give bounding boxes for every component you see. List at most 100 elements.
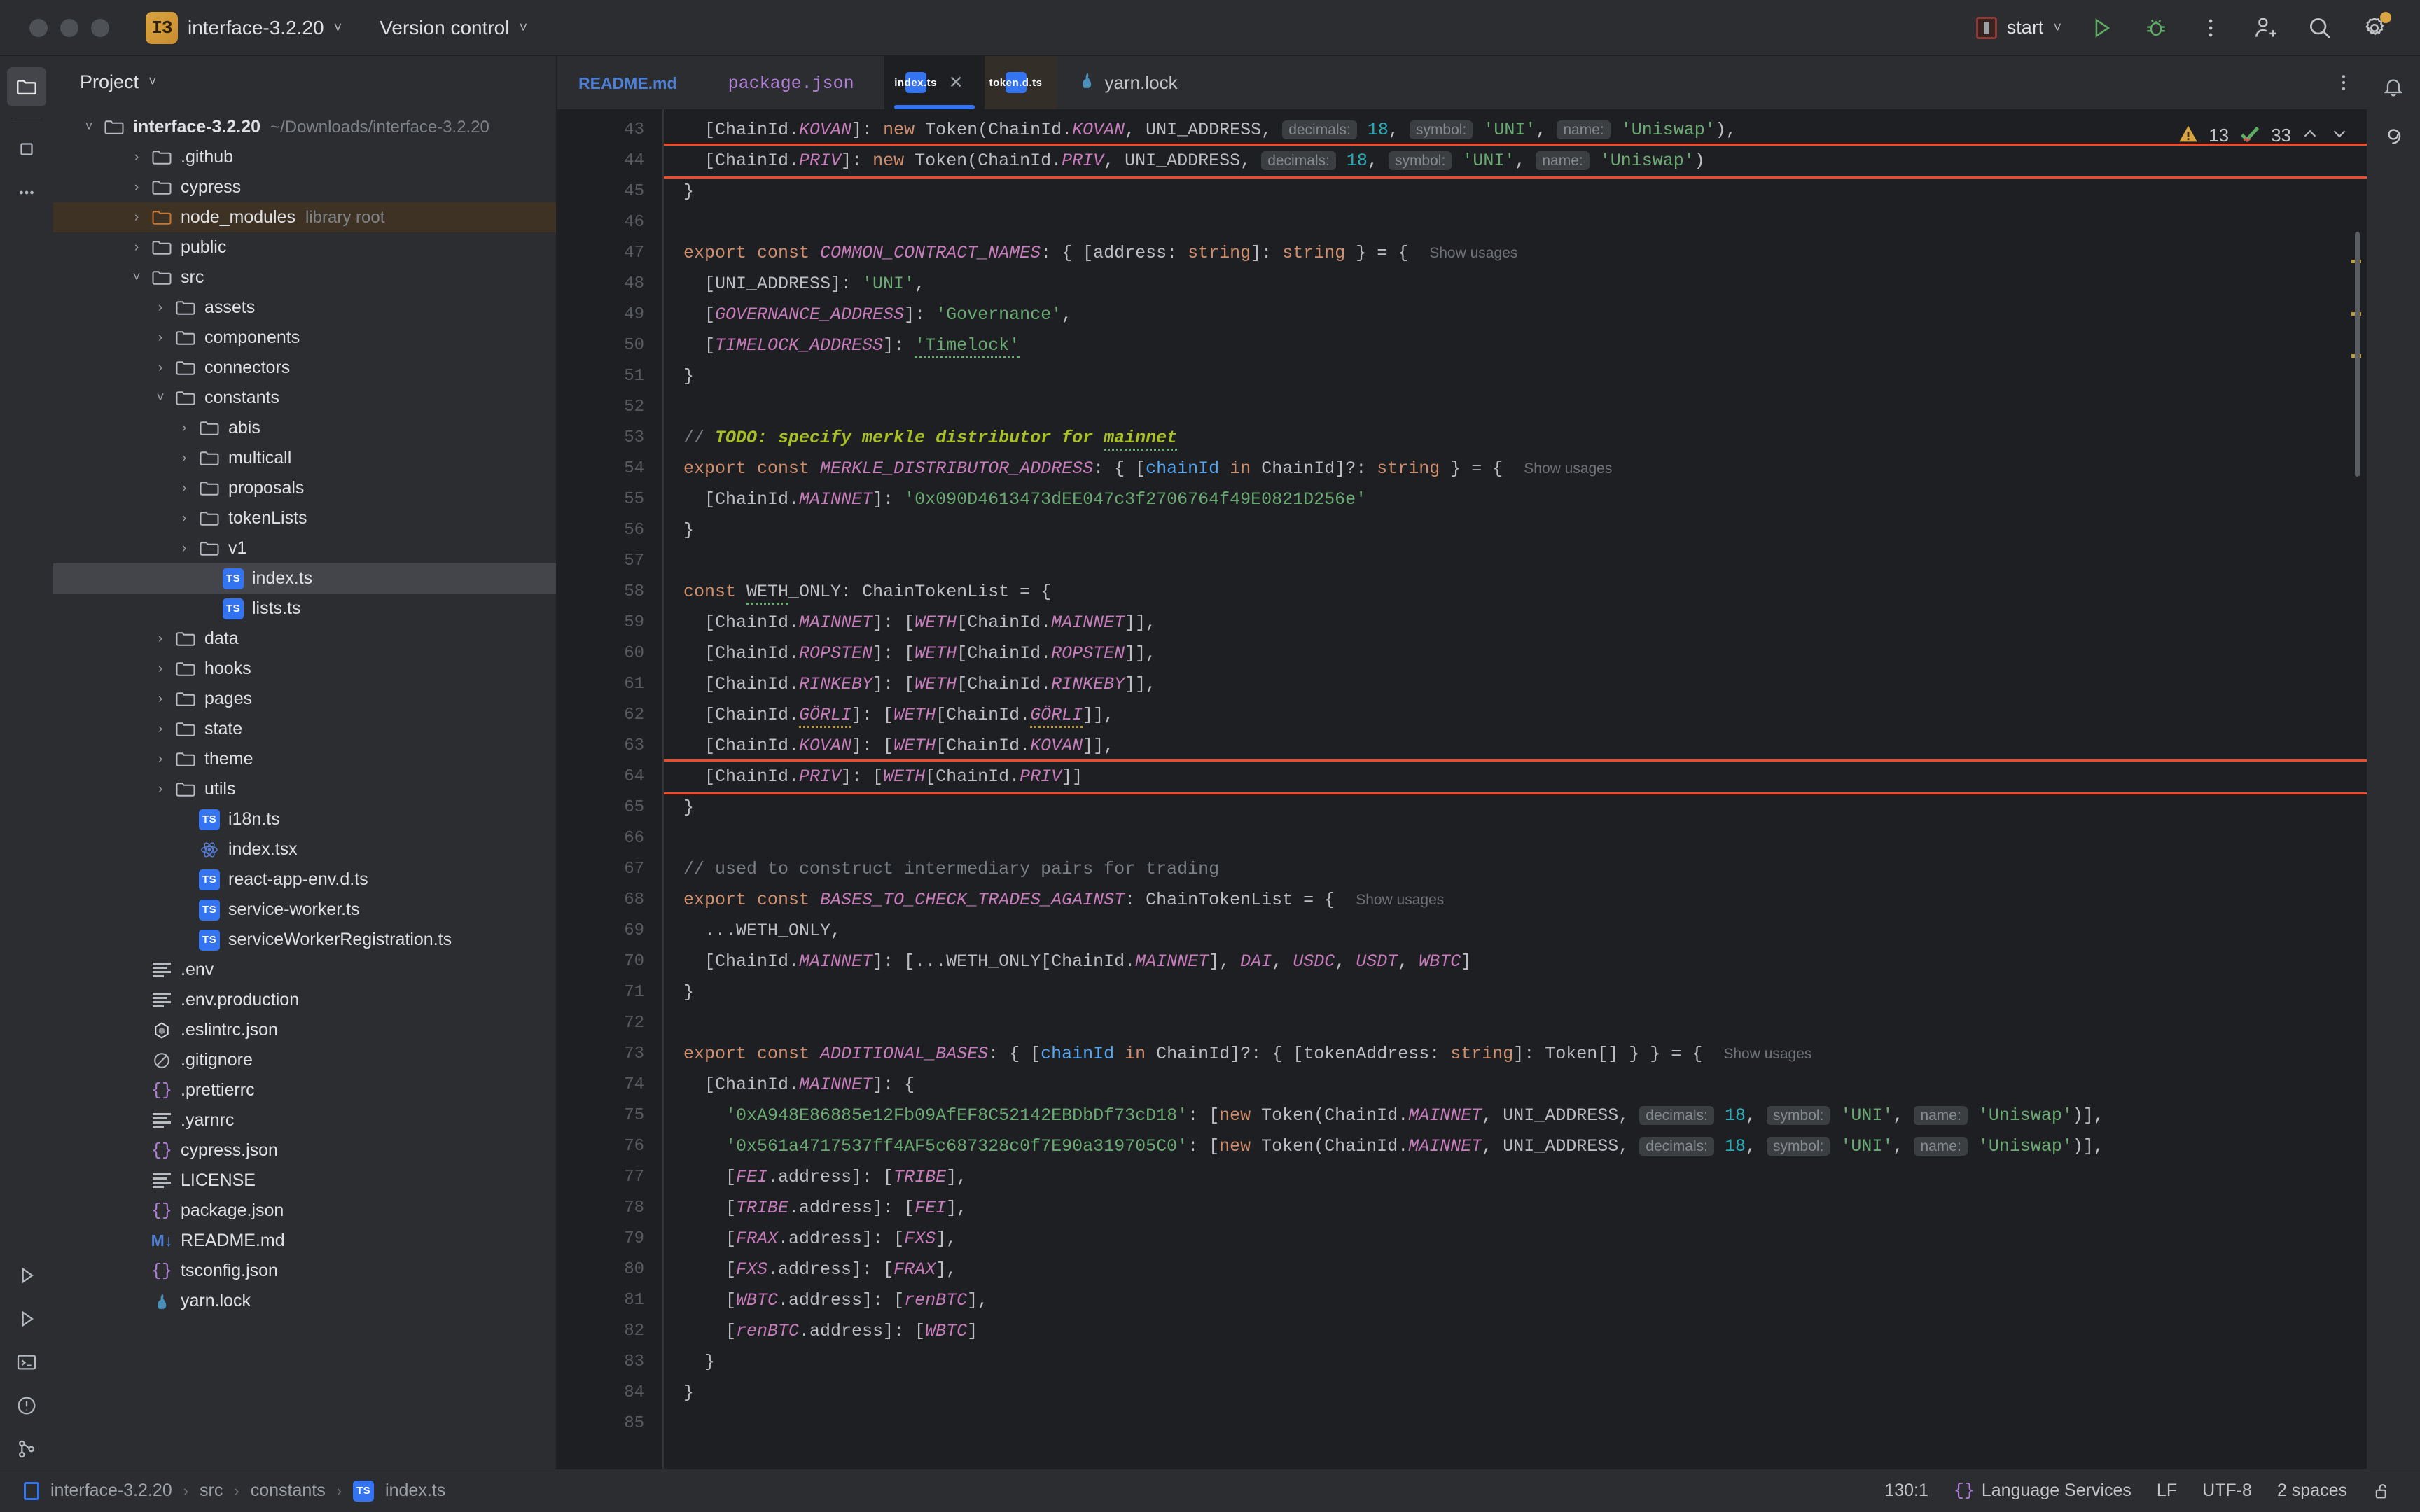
line-number[interactable]: 77 (557, 1162, 662, 1193)
chevron-down-icon[interactable]: ˅ (77, 120, 101, 135)
chevron-right-icon[interactable]: › (125, 210, 148, 225)
line-number[interactable]: 80 (557, 1254, 662, 1285)
line-number-gutter[interactable]: 43 44 45 46 47 48 49 50 51 52 53 54 55 56 57 58 59 60 61 62… (557, 109, 662, 1469)
code-line[interactable]: const WETH_ONLY: ChainTokenList = { (664, 577, 2367, 608)
code-line[interactable]: // used to construct intermediary pairs … (664, 854, 2367, 885)
tree-item-index-tsx[interactable]: index.tsx (53, 834, 556, 864)
chevron-down-icon[interactable]: ˅ (148, 75, 157, 89)
tree-item-assets[interactable]: › assets (53, 293, 556, 323)
editor-tab-token-d-ts[interactable]: token.d.ts (984, 56, 1057, 109)
line-number[interactable]: 62 (557, 700, 662, 731)
chevron-right-icon[interactable]: › (148, 300, 172, 316)
tree-item--env[interactable]: .env (53, 955, 556, 985)
line-number[interactable]: 44 (557, 146, 662, 176)
line-number[interactable]: 49 (557, 300, 662, 330)
tree-item-tokenlists[interactable]: › tokenLists (53, 503, 556, 533)
code-content[interactable]: [ChainId.KOVAN]: new Token(ChainId.KOVAN… (662, 109, 2367, 1469)
add-account-icon[interactable] (2251, 13, 2280, 43)
code-line[interactable]: [ChainId.MAINNET]: { (664, 1070, 2367, 1100)
line-number[interactable]: 45 (557, 176, 662, 207)
line-number[interactable]: 63 (557, 731, 662, 762)
tree-item--github[interactable]: › .github (53, 142, 556, 172)
debug-icon[interactable] (2141, 13, 2171, 43)
tree-item--env-production[interactable]: .env.production (53, 985, 556, 1015)
code-line[interactable]: } (664, 1378, 2367, 1408)
code-line[interactable]: } (664, 515, 2367, 546)
debug-tool-icon[interactable] (7, 1299, 46, 1338)
code-line[interactable] (664, 823, 2367, 854)
highlighted-code-line[interactable]: [ChainId.PRIV]: new Token(ChainId.PRIV, … (664, 144, 2367, 178)
chevron-down-icon[interactable]: ˅ (148, 391, 172, 406)
line-number[interactable]: 75 (557, 1100, 662, 1131)
tabs-options-icon[interactable] (2340, 56, 2367, 109)
chevron-right-icon[interactable]: › (148, 722, 172, 737)
line-number[interactable]: 43 (557, 115, 662, 146)
code-line[interactable]: '0xA948E86885e12Fb09AfEF8C52142EBDbDf73c… (664, 1100, 2367, 1131)
line-number[interactable]: 69 (557, 916, 662, 946)
tree-item-license[interactable]: LICENSE (53, 1166, 556, 1196)
line-number[interactable]: 48 (557, 269, 662, 300)
tree-item-index-ts[interactable]: TS index.ts (53, 564, 556, 594)
more-tool-windows-icon[interactable] (7, 173, 46, 212)
line-number[interactable]: 64 (557, 762, 662, 792)
tree-item-public[interactable]: › public (53, 232, 556, 262)
code-line[interactable] (664, 207, 2367, 238)
project-tree[interactable]: ˅ interface-3.2.20 ~/Downloads/interface-3… (53, 108, 556, 1469)
tree-item-theme[interactable]: › theme (53, 744, 556, 774)
encoding-widget[interactable]: UTF-8 (2202, 1480, 2252, 1501)
highlighted-code-line[interactable]: [ChainId.PRIV]: [WETH[ChainId.PRIV]] (664, 760, 2367, 794)
tree-item-pages[interactable]: › pages (53, 684, 556, 714)
settings-icon[interactable] (2360, 11, 2391, 43)
breadcrumb-item[interactable]: src (200, 1480, 223, 1501)
code-line[interactable]: [TRIBE.address]: [FEI], (664, 1193, 2367, 1224)
line-number[interactable]: 73 (557, 1039, 662, 1070)
project-tool-icon[interactable] (7, 67, 46, 106)
line-number[interactable]: 68 (557, 885, 662, 916)
tree-item-state[interactable]: › state (53, 714, 556, 744)
chevron-right-icon[interactable]: › (125, 240, 148, 255)
chevron-right-icon[interactable]: › (172, 421, 196, 436)
line-number[interactable]: 47 (557, 238, 662, 269)
run-tool-icon[interactable] (7, 1256, 46, 1295)
tree-item-service-worker-ts[interactable]: TS service-worker.ts (53, 895, 556, 925)
editor-tab-bar[interactable]: README.md package.json index.ts ✕ token.d.ts… (557, 56, 2367, 109)
tree-item-utils[interactable]: › utils (53, 774, 556, 804)
editor-tab-index-ts[interactable]: index.ts ✕ (884, 56, 985, 109)
line-number[interactable]: 82 (557, 1316, 662, 1347)
tree-item-react-app-env-d-ts[interactable]: TS react-app-env.d.ts (53, 864, 556, 895)
line-number[interactable]: 56 (557, 515, 662, 546)
code-line[interactable]: [TIMELOCK_ADDRESS]: 'Timelock' (664, 330, 2367, 361)
tree-item--prettierrc[interactable]: {} .prettierrc (53, 1075, 556, 1105)
line-number[interactable]: 81 (557, 1285, 662, 1316)
tree-item-hooks[interactable]: › hooks (53, 654, 556, 684)
tree-item--yarnrc[interactable]: .yarnrc (53, 1105, 556, 1135)
code-line[interactable]: } (664, 792, 2367, 823)
maximize-window-button[interactable] (91, 18, 109, 37)
line-number[interactable]: 67 (557, 854, 662, 885)
code-line[interactable]: [UNI_ADDRESS]: 'UNI', (664, 269, 2367, 300)
code-line[interactable]: } (664, 977, 2367, 1008)
code-line[interactable]: // TODO: specify merkle distributor for … (664, 423, 2367, 454)
breadcrumb-item[interactable]: interface-3.2.20 (50, 1480, 172, 1501)
tree-item-cypress-json[interactable]: {} cypress.json (53, 1135, 556, 1166)
line-number[interactable]: 52 (557, 392, 662, 423)
chevron-right-icon[interactable]: › (172, 541, 196, 556)
tree-item-tsconfig-json[interactable]: {} tsconfig.json (53, 1256, 556, 1286)
project-switcher[interactable]: I3 interface-3.2.20 ˅ (139, 8, 349, 48)
chevron-right-icon[interactable]: › (148, 631, 172, 647)
line-number[interactable]: 53 (557, 423, 662, 454)
code-line[interactable]: [ChainId.RINKEBY]: [WETH[ChainId.RINKEBY… (664, 669, 2367, 700)
code-line[interactable]: } (664, 1347, 2367, 1378)
notifications-icon[interactable] (2374, 67, 2413, 106)
code-line[interactable]: export const BASES_TO_CHECK_TRADES_AGAIN… (664, 885, 2367, 916)
line-number[interactable]: 79 (557, 1224, 662, 1254)
terminal-tool-icon[interactable] (7, 1343, 46, 1382)
line-number[interactable]: 60 (557, 638, 662, 669)
tree-item-cypress[interactable]: › cypress (53, 172, 556, 202)
code-line[interactable]: [renBTC.address]: [WBTC] (664, 1316, 2367, 1347)
caret-position[interactable]: 130:1 (1884, 1480, 1928, 1501)
code-line[interactable]: [FRAX.address]: [FXS], (664, 1224, 2367, 1254)
chevron-right-icon[interactable]: › (148, 752, 172, 767)
line-number[interactable]: 61 (557, 669, 662, 700)
tree-item-serviceworkerregistration-ts[interactable]: TS serviceWorkerRegistration.ts (53, 925, 556, 955)
